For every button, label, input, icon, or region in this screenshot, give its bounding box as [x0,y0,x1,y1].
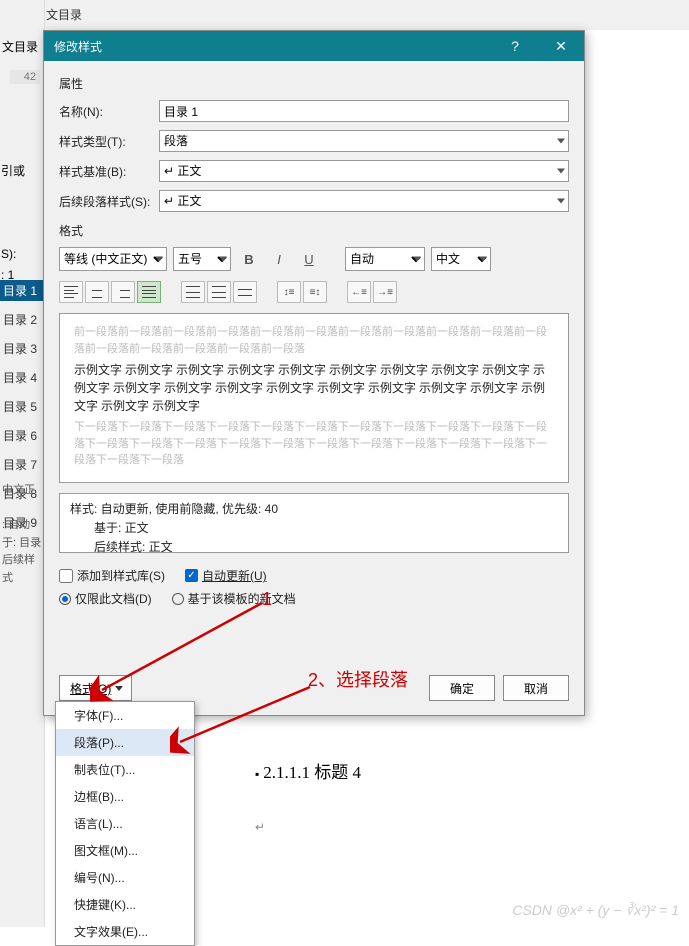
template-radio[interactable]: 基于该模板的新文档 [172,590,296,607]
menu-item-font[interactable]: 字体(F)... [56,702,194,729]
line-spacing-1-button[interactable] [181,281,205,303]
list-item[interactable]: 目录 5 [0,396,45,417]
font-color-select[interactable]: 自动 [345,247,425,271]
list-item[interactable]: 目录 1 [0,280,45,301]
format-toolbar: 等线 (中文正文) 五号 B I U 自动 中文 [59,247,569,271]
radio-icon [59,593,71,605]
watermark: CSDN @x² + (y − ∛x²)² = 1 [512,902,679,919]
paragraph-toolbar: ↕≡ ≡↕ ←≡ →≡ [59,281,569,303]
bullet-icon: ▪ [255,767,259,781]
format-dropdown-button[interactable]: 格式(O) [59,675,132,701]
ok-button[interactable]: 确定 [429,675,495,701]
italic-button[interactable]: I [267,247,291,271]
list-item[interactable]: 目录 2 [0,309,45,330]
annotation-2: 2、选择段落 [308,666,408,692]
ribbon-bg: 更新引文目录 [0,0,689,30]
next-label: 后续段落样式(S): [59,193,159,210]
preview-prev-para: 前一段落前一段落前一段落前一段落前一段落前一段落前一段落前一段落前一段落前一段落… [74,324,554,357]
base-label: 样式基准(B): [59,163,159,180]
base-select[interactable]: ↵ 正文 [159,160,569,182]
indent-decrease-button[interactable]: ←≡ [347,281,371,303]
add-to-gallery-checkbox[interactable]: 添加到样式库(S) [59,567,165,584]
style-description-box: 样式: 自动更新, 使用前隐藏, 优先级: 40 基于: 正文 后续样式: 正文 [59,493,569,553]
format-dropdown-menu: 字体(F)... 段落(P)... 制表位(T)... 边框(B)... 语言(… [55,701,195,946]
list-item[interactable]: 目录 4 [0,367,45,388]
menu-item-tabs[interactable]: 制表位(T)... [56,756,194,783]
align-justify-button[interactable] [137,281,161,303]
preview-sample-text: 示例文字 示例文字 示例文字 示例文字 示例文字 示例文字 示例文字 示例文字 … [74,361,554,415]
name-input[interactable] [159,100,569,122]
cancel-button[interactable]: 取消 [503,675,569,701]
font-size-select[interactable]: 五号 [173,247,231,271]
close-button[interactable]: ✕ [538,31,584,61]
caret-down-icon [115,686,123,691]
align-center-button[interactable] [85,281,109,303]
list-item[interactable]: 目录 6 [0,425,45,446]
underline-button[interactable]: U [297,247,321,271]
bold-button[interactable]: B [237,247,261,271]
align-right-button[interactable] [111,281,135,303]
auto-update-checkbox[interactable]: ✓ 自动更新(U) [185,567,267,584]
indent-increase-button[interactable]: →≡ [373,281,397,303]
type-select[interactable]: 段落 [159,130,569,152]
menu-item-shortcut[interactable]: 快捷键(K)... [56,891,194,918]
menu-item-frame[interactable]: 图文框(M)... [56,837,194,864]
only-this-doc-radio[interactable]: 仅限此文档(D) [59,590,152,607]
style-preview-box: 前一段落前一段落前一段落前一段落前一段落前一段落前一段落前一段落前一段落前一段落… [59,313,569,483]
page-number-badge: 42 [10,70,40,84]
menu-item-border[interactable]: 边框(B)... [56,783,194,810]
left-text-1: 引或 [1,162,25,179]
menu-item-numbering[interactable]: 编号(N)... [56,864,194,891]
left-panel-title: 文目录 [2,38,38,55]
menu-item-language[interactable]: 语言(L)... [56,810,194,837]
para-before-button[interactable]: ↕≡ [277,281,301,303]
section-props-label: 属性 [59,75,569,92]
left-bottom-text: 中文正 : 自动 于: 目录 后续样式 [0,480,45,590]
radio-icon [172,593,184,605]
align-left-button[interactable] [59,281,83,303]
lang-select[interactable]: 中文 [431,247,491,271]
document-heading: ▪2.1.1.1 标题 4 [255,758,361,783]
para-after-button[interactable]: ≡↕ [303,281,327,303]
modify-style-dialog: 修改样式 ? ✕ 属性 名称(N): 样式类型(T): 段落 样式基准(B): … [43,30,585,716]
menu-item-paragraph[interactable]: 段落(P)... [56,729,194,756]
font-family-select[interactable]: 等线 (中文正文) [59,247,167,271]
line-spacing-2-button[interactable] [233,281,257,303]
left-text-s: S): [1,247,16,261]
line-spacing-15-button[interactable] [207,281,231,303]
dialog-titlebar[interactable]: 修改样式 ? ✕ [44,31,584,61]
list-item[interactable]: 目录 7 [0,454,45,475]
paragraph-mark-icon: ↵ [255,820,265,834]
list-item[interactable]: 目录 3 [0,338,45,359]
section-format-label: 格式 [59,222,569,239]
preview-next-para: 下一段落下一段落下一段落下一段落下一段落下一段落下一段落下一段落下一段落下一段落… [74,419,554,469]
check-icon: ✓ [185,569,198,582]
dialog-title: 修改样式 [54,38,492,55]
name-label: 名称(N): [59,103,159,120]
next-select[interactable]: ↵ 正文 [159,190,569,212]
annotation-1: 1 [262,589,272,610]
menu-item-text-effects[interactable]: 文字效果(E)... [56,918,194,945]
help-button[interactable]: ? [492,31,538,61]
type-label: 样式类型(T): [59,133,159,150]
